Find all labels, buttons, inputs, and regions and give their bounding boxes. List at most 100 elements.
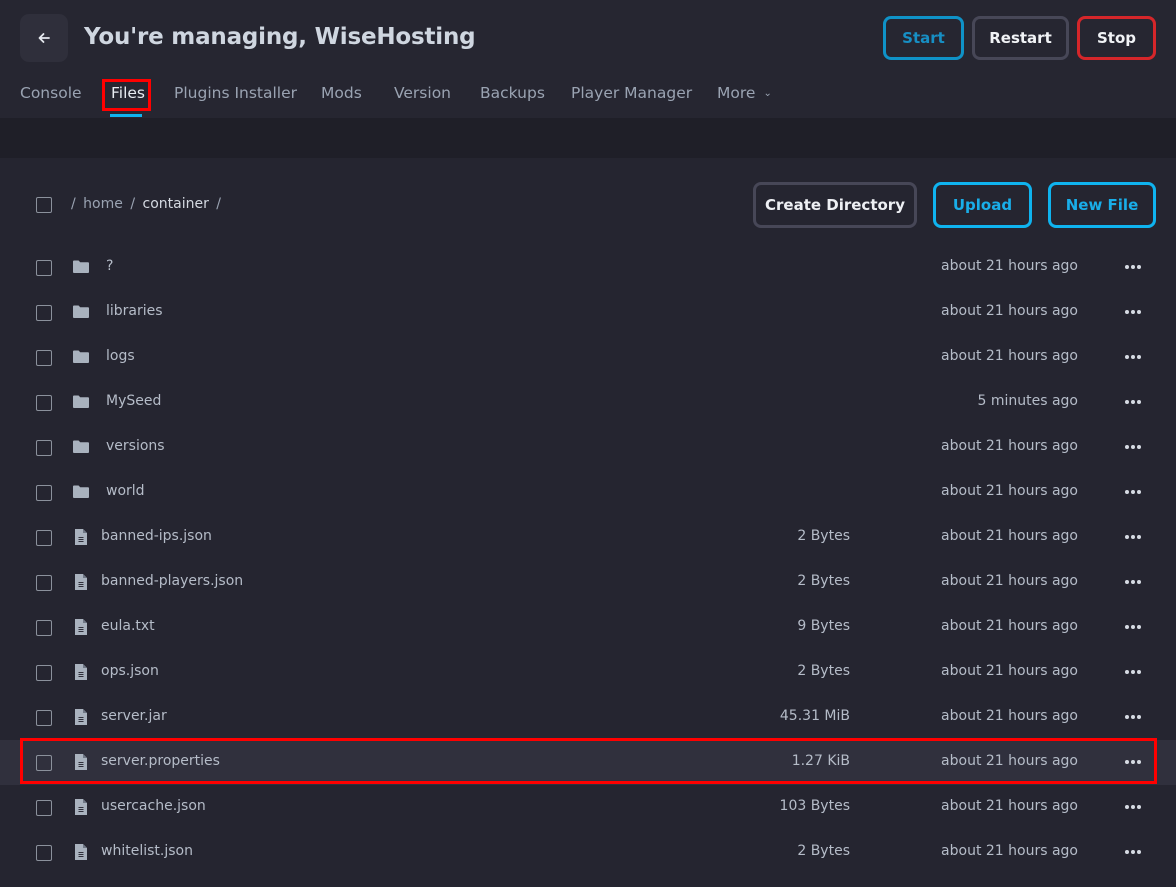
tab-plugins-installer[interactable]: Plugins Installer (174, 84, 297, 102)
more-options-icon[interactable] (1122, 797, 1144, 817)
row-checkbox[interactable] (36, 575, 52, 591)
more-options-icon[interactable] (1122, 392, 1144, 412)
row-checkbox[interactable] (36, 260, 52, 276)
select-all-checkbox[interactable] (36, 197, 52, 213)
row-checkbox[interactable] (36, 755, 52, 771)
entry-name[interactable]: libraries (106, 303, 163, 319)
file-icon (72, 618, 90, 636)
tab-version[interactable]: Version (394, 84, 451, 102)
entry-modified: about 21 hours ago (941, 258, 1078, 274)
row-checkbox[interactable] (36, 710, 52, 726)
file-row[interactable]: banned-players.json 2 Bytes about 21 hours… (0, 560, 1176, 605)
entry-name[interactable]: ? (106, 258, 113, 274)
entry-name[interactable]: server.jar (101, 708, 167, 724)
entry-modified: about 21 hours ago (941, 303, 1078, 319)
folder-icon (72, 348, 90, 366)
more-options-icon[interactable] (1122, 842, 1144, 862)
entry-modified: about 21 hours ago (941, 438, 1078, 454)
entry-name[interactable]: usercache.json (101, 798, 206, 814)
row-checkbox[interactable] (36, 485, 52, 501)
file-list: ? about 21 hours ago libraries about 21 hou… (0, 245, 1176, 875)
file-row[interactable]: ops.json 2 Bytes about 21 hours ago (0, 650, 1176, 695)
more-options-icon[interactable] (1122, 617, 1144, 637)
row-checkbox[interactable] (36, 305, 52, 321)
row-checkbox[interactable] (36, 620, 52, 636)
folder-row[interactable]: logs about 21 hours ago (0, 335, 1176, 380)
entry-name[interactable]: server.properties (101, 753, 220, 769)
restart-button[interactable]: Restart (972, 16, 1069, 60)
row-checkbox[interactable] (36, 665, 52, 681)
more-options-icon[interactable] (1122, 752, 1144, 772)
entry-name[interactable]: whitelist.json (101, 843, 193, 859)
server-tabs: Console Files Plugins Installer Mods Ver… (0, 78, 800, 118)
more-options-icon[interactable] (1122, 302, 1144, 322)
entry-name[interactable]: world (106, 483, 145, 499)
more-options-icon[interactable] (1122, 527, 1144, 547)
folder-row[interactable]: world about 21 hours ago (0, 470, 1176, 515)
file-toolbar: / home / container / Create Directory Up… (0, 158, 1176, 248)
tab-more[interactable]: More ⌄ (717, 84, 772, 102)
file-row[interactable]: server.properties 1.27 KiB about 21 hours … (0, 740, 1176, 785)
tab-files[interactable]: Files (111, 84, 145, 102)
entry-name[interactable]: MySeed (106, 393, 161, 409)
entry-modified: about 21 hours ago (941, 708, 1078, 724)
entry-modified: about 21 hours ago (941, 483, 1078, 499)
entry-name[interactable]: ops.json (101, 663, 159, 679)
entry-name[interactable]: versions (106, 438, 165, 454)
breadcrumb-container[interactable]: container (143, 196, 209, 212)
file-icon (72, 528, 90, 546)
file-row[interactable]: whitelist.json 2 Bytes about 21 hours ago (0, 830, 1176, 875)
create-directory-button[interactable]: Create Directory (753, 182, 917, 228)
back-button[interactable] (20, 14, 68, 62)
folder-row[interactable]: MySeed 5 minutes ago (0, 380, 1176, 425)
tab-backups[interactable]: Backups (480, 84, 545, 102)
stop-button[interactable]: Stop (1077, 16, 1156, 60)
file-row[interactable]: usercache.json 103 Bytes about 21 hours ag… (0, 785, 1176, 830)
folder-icon (72, 258, 90, 276)
tab-player-manager[interactable]: Player Manager (571, 84, 692, 102)
file-icon (72, 753, 90, 771)
row-checkbox[interactable] (36, 530, 52, 546)
tab-mods[interactable]: Mods (321, 84, 362, 102)
row-checkbox[interactable] (36, 845, 52, 861)
more-options-icon[interactable] (1122, 257, 1144, 277)
entry-name[interactable]: banned-ips.json (101, 528, 212, 544)
start-button[interactable]: Start (883, 16, 964, 60)
file-row[interactable]: banned-ips.json 2 Bytes about 21 hours ago (0, 515, 1176, 560)
more-options-icon[interactable] (1122, 437, 1144, 457)
more-options-icon[interactable] (1122, 482, 1144, 502)
breadcrumb-home[interactable]: home (83, 196, 123, 212)
entry-modified: about 21 hours ago (941, 843, 1078, 859)
tab-console[interactable]: Console (20, 84, 82, 102)
folder-row[interactable]: ? about 21 hours ago (0, 245, 1176, 290)
row-checkbox[interactable] (36, 440, 52, 456)
folder-row[interactable]: libraries about 21 hours ago (0, 290, 1176, 335)
folder-icon (72, 483, 90, 501)
more-options-icon[interactable] (1122, 572, 1144, 592)
more-options-icon[interactable] (1122, 662, 1144, 682)
breadcrumb-separator: / (216, 196, 222, 212)
row-checkbox[interactable] (36, 800, 52, 816)
breadcrumb-separator: / (71, 196, 76, 212)
more-options-icon[interactable] (1122, 707, 1144, 727)
entry-modified: about 21 hours ago (941, 798, 1078, 814)
folder-icon (72, 393, 90, 411)
more-options-icon[interactable] (1122, 347, 1144, 367)
entry-name[interactable]: eula.txt (101, 618, 155, 634)
row-checkbox[interactable] (36, 350, 52, 366)
upload-button[interactable]: Upload (933, 182, 1032, 228)
entry-size: 45.31 MiB (779, 708, 850, 724)
entry-modified: about 21 hours ago (941, 753, 1078, 769)
file-row[interactable]: server.jar 45.31 MiB about 21 hours ago (0, 695, 1176, 740)
row-checkbox[interactable] (36, 395, 52, 411)
file-icon (72, 573, 90, 591)
file-icon (72, 708, 90, 726)
breadcrumb: / home / container / (68, 196, 224, 212)
folder-row[interactable]: versions about 21 hours ago (0, 425, 1176, 470)
entry-modified: 5 minutes ago (977, 393, 1078, 409)
entry-name[interactable]: logs (106, 348, 135, 364)
page-title: You're managing, WiseHosting (84, 24, 476, 50)
file-row[interactable]: eula.txt 9 Bytes about 21 hours ago (0, 605, 1176, 650)
entry-name[interactable]: banned-players.json (101, 573, 243, 589)
new-file-button[interactable]: New File (1048, 182, 1156, 228)
